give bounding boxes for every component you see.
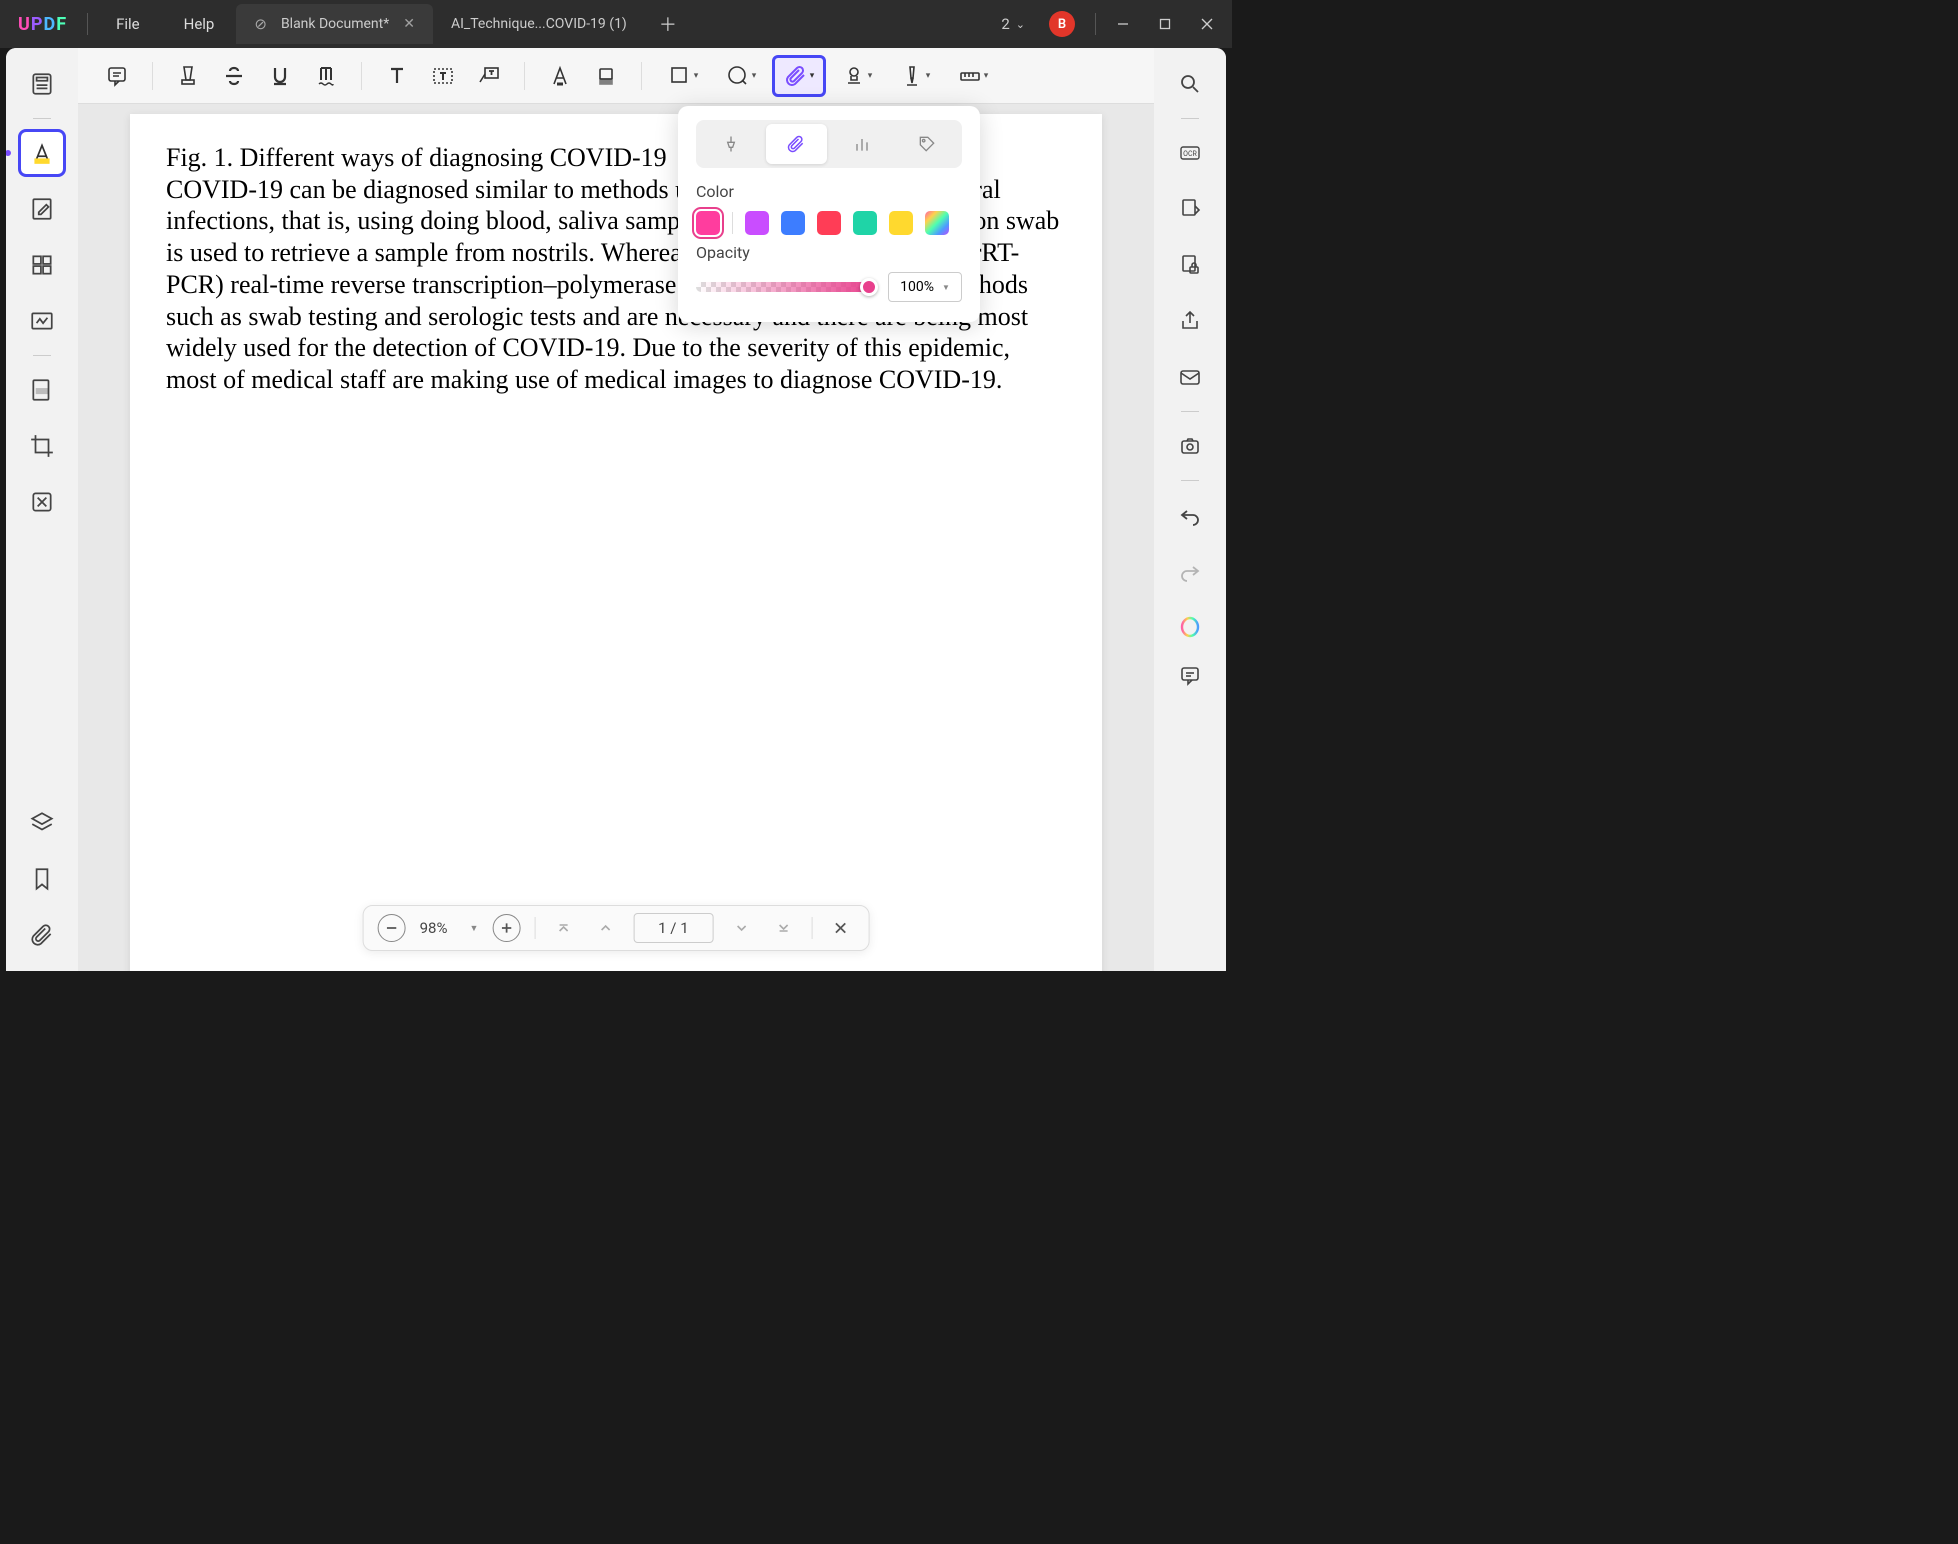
user-avatar[interactable]: B: [1049, 11, 1075, 37]
color-picker-button[interactable]: [925, 211, 949, 235]
zoom-in-button[interactable]: [492, 914, 520, 942]
callout-tool[interactable]: [468, 55, 510, 97]
pencil-tool[interactable]: [539, 55, 581, 97]
close-window-button[interactable]: [1186, 0, 1228, 48]
menu-help[interactable]: Help: [162, 15, 237, 33]
page-input[interactable]: 1 / 1: [633, 913, 713, 943]
strikethrough-tool[interactable]: [213, 55, 255, 97]
prev-page-button[interactable]: [591, 914, 619, 942]
underline-tool[interactable]: [259, 55, 301, 97]
minimize-button[interactable]: [1102, 0, 1144, 48]
undo-button[interactable]: [1166, 491, 1214, 539]
zoom-out-button[interactable]: [378, 914, 406, 942]
chevron-down-icon: ▾: [694, 71, 699, 81]
comment-tool-button[interactable]: [18, 129, 66, 177]
next-page-button[interactable]: [727, 914, 755, 942]
title-bar: UPDF File Help ⊘ Blank Document* ✕ AI_Te…: [0, 0, 1232, 48]
organize-pages-button[interactable]: [18, 241, 66, 289]
redo-button[interactable]: [1166, 547, 1214, 595]
popup-tab-tag[interactable]: [897, 124, 959, 164]
chevron-down-icon: ⌄: [1016, 18, 1025, 31]
document-viewport[interactable]: Fig. 1. Different ways of diagnosing COV…: [78, 104, 1154, 971]
popup-tab-graph[interactable]: [831, 124, 893, 164]
fill-sign-button[interactable]: [18, 297, 66, 345]
zoom-page-bar: 98%▼ 1 / 1: [363, 905, 870, 951]
opacity-handle[interactable]: [860, 278, 878, 296]
attachment-style-popup: Color Opacity 100%▼: [678, 106, 980, 322]
compress-button[interactable]: [18, 478, 66, 526]
chevron-down-icon: ▼: [469, 923, 478, 934]
new-tab-button[interactable]: ＋: [645, 11, 691, 37]
tab-inactive[interactable]: AI_Technique...COVID-19 (1): [433, 4, 645, 44]
opacity-slider[interactable]: [696, 282, 876, 292]
first-page-button[interactable]: [549, 914, 577, 942]
blank-doc-icon: ⊘: [254, 15, 267, 33]
chevron-down-icon: ▾: [926, 71, 931, 81]
note-tool[interactable]: [96, 55, 138, 97]
redact-button[interactable]: [18, 366, 66, 414]
sticker-tool[interactable]: ▾: [714, 55, 768, 97]
tab-title: AI_Technique...COVID-19 (1): [451, 16, 627, 32]
popup-tabs: [696, 120, 962, 168]
color-swatch[interactable]: [745, 211, 769, 235]
attachment-button[interactable]: [18, 911, 66, 959]
crop-button[interactable]: [18, 422, 66, 470]
close-bar-button[interactable]: [826, 914, 854, 942]
app-logo: UPDF: [4, 14, 81, 35]
color-label: Color: [696, 182, 962, 201]
annotation-toolbar: ▾ ▾ ▾ ▾ ▾ ▾: [78, 48, 1154, 104]
ai-assistant-button[interactable]: [1166, 603, 1214, 651]
bookmark-button[interactable]: [18, 855, 66, 903]
text-tool[interactable]: [376, 55, 418, 97]
color-swatch[interactable]: [817, 211, 841, 235]
comments-panel-button[interactable]: [1166, 651, 1214, 699]
opacity-label: Opacity: [696, 243, 962, 262]
screenshot-button[interactable]: [1166, 422, 1214, 470]
color-swatch[interactable]: [696, 211, 720, 235]
close-icon[interactable]: ✕: [403, 16, 415, 32]
squiggly-tool[interactable]: [305, 55, 347, 97]
color-swatches: [696, 211, 962, 235]
zoom-select[interactable]: 98%▼: [420, 919, 479, 937]
edit-tool-button[interactable]: [18, 185, 66, 233]
signature-tool[interactable]: ▾: [888, 55, 942, 97]
tab-title: Blank Document*: [281, 16, 389, 32]
eraser-tool[interactable]: [585, 55, 627, 97]
tab-active[interactable]: ⊘ Blank Document* ✕: [236, 4, 433, 44]
attachment-tool[interactable]: ▾: [772, 55, 826, 97]
last-page-button[interactable]: [769, 914, 797, 942]
reader-mode-button[interactable]: [18, 60, 66, 108]
center-column: ▾ ▾ ▾ ▾ ▾ ▾ Fig. 1. Different ways of di…: [78, 48, 1154, 971]
window-count[interactable]: 2 ⌄: [991, 15, 1035, 33]
ocr-button[interactable]: OCR: [1166, 129, 1214, 177]
chevron-down-icon: ▾: [868, 71, 873, 81]
chevron-down-icon: ▾: [752, 71, 757, 81]
chevron-down-icon: ▼: [942, 283, 950, 292]
main-area: ▾ ▾ ▾ ▾ ▾ ▾ Fig. 1. Different ways of di…: [6, 48, 1226, 971]
color-swatch[interactable]: [889, 211, 913, 235]
convert-button[interactable]: [1166, 185, 1214, 233]
stamp-tool[interactable]: ▾: [830, 55, 884, 97]
chevron-down-icon: ▾: [984, 71, 989, 81]
color-swatch[interactable]: [781, 211, 805, 235]
svg-text:OCR: OCR: [1183, 150, 1197, 158]
popup-tab-pin[interactable]: [700, 124, 762, 164]
right-rail: OCR: [1154, 48, 1226, 971]
search-button[interactable]: [1166, 60, 1214, 108]
highlight-tool[interactable]: [167, 55, 209, 97]
layers-button[interactable]: [18, 799, 66, 847]
textbox-tool[interactable]: [422, 55, 464, 97]
popup-tab-paperclip[interactable]: [766, 124, 828, 164]
color-swatch[interactable]: [853, 211, 877, 235]
email-button[interactable]: [1166, 353, 1214, 401]
protect-button[interactable]: [1166, 241, 1214, 289]
share-button[interactable]: [1166, 297, 1214, 345]
maximize-button[interactable]: [1144, 0, 1186, 48]
measure-tool[interactable]: ▾: [946, 55, 1000, 97]
shape-tool[interactable]: ▾: [656, 55, 710, 97]
opacity-select[interactable]: 100%▼: [888, 272, 962, 302]
menu-file[interactable]: File: [94, 15, 162, 33]
left-rail: [6, 48, 78, 971]
chevron-down-icon: ▾: [810, 71, 815, 81]
